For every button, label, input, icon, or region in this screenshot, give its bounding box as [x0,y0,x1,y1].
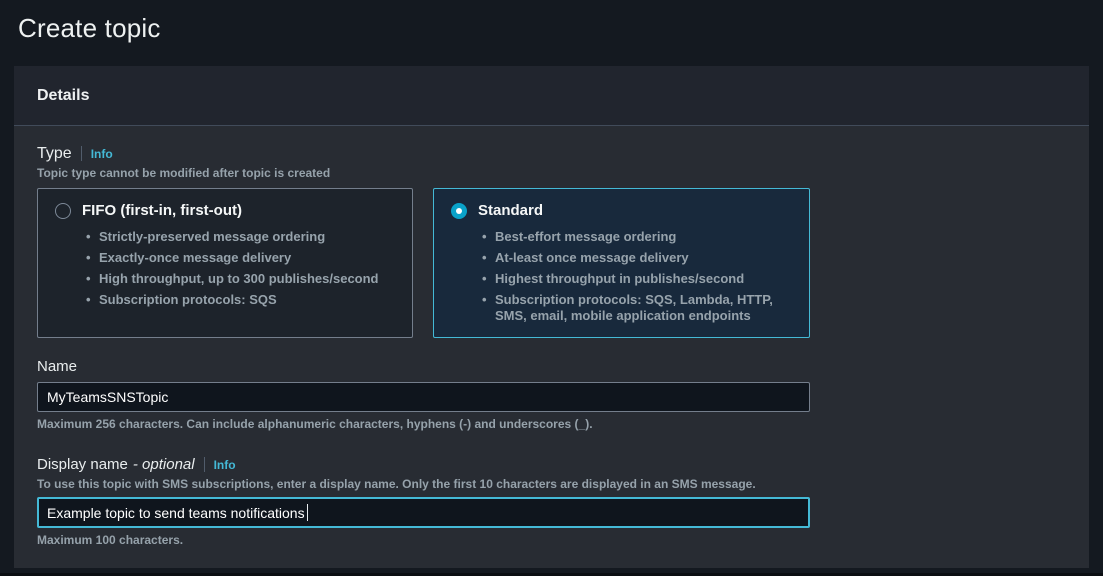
label-info-divider [81,146,82,161]
type-label: Type [37,145,72,163]
type-info-link[interactable]: Info [91,147,113,161]
fifo-bullet: High throughput, up to 300 publishes/sec… [86,271,400,287]
details-heading: Details [37,87,89,105]
display-name-input-value: Example topic to send teams notification… [47,505,305,521]
standard-bullet: At-least once message delivery [482,250,797,266]
details-panel-header: Details [14,66,1089,126]
standard-bullet: Best-effort message ordering [482,229,797,245]
display-name-info-link[interactable]: Info [214,458,236,472]
details-panel-body: Type Info Topic type cannot be modified … [14,126,1089,547]
topic-type-tiles: FIFO (first-in, first-out) Strictly-pres… [37,188,1066,338]
standard-bullet: Subscription protocols: SQS, Lambda, HTT… [482,292,797,324]
fifo-option-label: FIFO (first-in, first-out) [82,202,242,219]
fifo-option-bullets: Strictly-preserved message ordering Exac… [55,229,400,308]
page-title: Create topic [0,0,1103,43]
fifo-bullet: Strictly-preserved message ordering [86,229,400,245]
type-description: Topic type cannot be modified after topi… [37,166,1066,180]
fifo-option-title-row: FIFO (first-in, first-out) [55,202,400,219]
standard-option-label: Standard [478,202,543,219]
display-name-field: Display name - optional Info To use this… [37,455,1066,547]
standard-option-bullets: Best-effort message ordering At-least on… [451,229,797,324]
text-cursor [307,504,308,521]
standard-bullet: Highest throughput in publishes/second [482,271,797,287]
display-name-optional-label: - optional [133,456,195,473]
fifo-bullet: Exactly-once message delivery [86,250,400,266]
display-name-input[interactable]: Example topic to send teams notification… [37,497,810,528]
name-constraint: Maximum 256 characters. Can include alph… [37,417,1066,431]
standard-radio[interactable] [451,203,467,219]
display-name-description: To use this topic with SMS subscriptions… [37,477,1066,491]
fifo-radio[interactable] [55,203,71,219]
details-panel: Details Type Info Topic type cannot be m… [14,66,1089,568]
name-field: Name Maximum 256 characters. Can include… [37,358,1066,431]
display-name-constraint: Maximum 100 characters. [37,533,1066,547]
type-label-row: Type Info [37,144,1066,163]
fifo-topic-option[interactable]: FIFO (first-in, first-out) Strictly-pres… [37,188,413,338]
standard-topic-option[interactable]: Standard Best-effort message ordering At… [433,188,810,338]
type-field: Type Info Topic type cannot be modified … [37,144,1066,338]
name-input[interactable] [37,382,810,412]
label-info-divider [204,457,205,472]
display-name-label: Display name [37,456,128,473]
display-name-label-row: Display name - optional Info [37,455,1066,474]
fifo-bullet: Subscription protocols: SQS [86,292,400,308]
standard-option-title-row: Standard [451,202,797,219]
name-label: Name [37,358,1066,376]
